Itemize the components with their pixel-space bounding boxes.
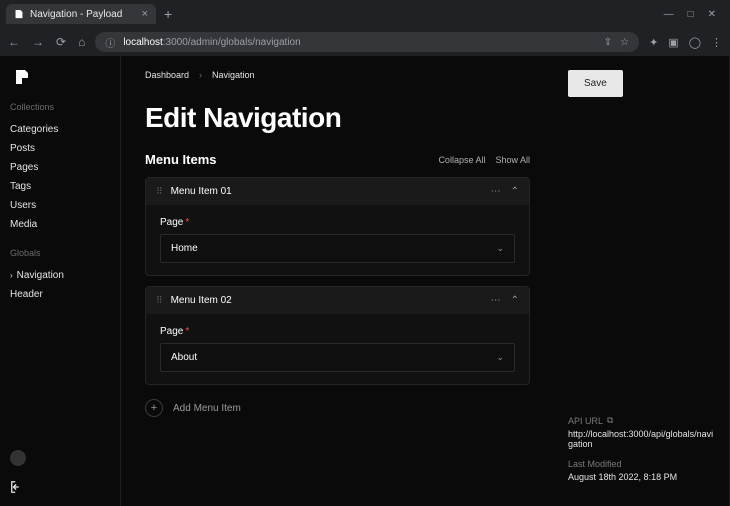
sidebar-item-users[interactable]: Users (10, 196, 110, 215)
field-label: Page* (160, 326, 515, 337)
sidebar-item-navigation[interactable]: › Navigation (10, 266, 110, 285)
reload-icon[interactable]: ⟳ (56, 35, 66, 49)
sidebar-item-pages[interactable]: Pages (10, 158, 110, 177)
page-select[interactable]: Home ⌄ (160, 234, 515, 263)
back-icon[interactable]: ← (8, 35, 20, 49)
close-tab-icon[interactable]: × (142, 8, 148, 20)
select-value: About (171, 352, 197, 363)
api-url-label: API URL (568, 416, 603, 426)
sidebar-item-categories[interactable]: Categories (10, 120, 110, 139)
minimize-icon[interactable]: — (664, 9, 674, 20)
more-icon[interactable]: ⋯ (491, 186, 501, 197)
nav-group-collections: Collections (10, 102, 110, 112)
section-title: Menu Items (145, 152, 217, 167)
show-all-button[interactable]: Show All (495, 155, 530, 165)
menu-item-row: ⠿ Menu Item 01 ⋯ ⌃ Page* Home ⌄ (145, 177, 530, 276)
save-button[interactable]: Save (568, 70, 623, 97)
api-url-value: http://localhost:3000/api/globals/naviga… (568, 429, 715, 449)
copy-icon[interactable]: ⧉ (607, 415, 613, 426)
breadcrumb: Dashboard › Navigation (145, 70, 530, 80)
right-sidebar: Save API URL ⧉ http://localhost:3000/api… (554, 56, 729, 506)
page-select[interactable]: About ⌄ (160, 343, 515, 372)
chevron-right-icon: › (10, 271, 13, 280)
addr-path: :3000/admin/globals/navigation (163, 37, 301, 48)
new-tab-button[interactable]: + (156, 6, 180, 22)
forward-icon[interactable]: → (32, 35, 44, 49)
field-label: Page* (160, 217, 515, 228)
star-icon[interactable]: ☆ (620, 37, 629, 48)
logo-icon (14, 68, 30, 84)
drag-handle-icon[interactable]: ⠿ (156, 186, 163, 197)
chevron-down-icon: ⌄ (496, 243, 504, 254)
logout-icon[interactable] (10, 480, 24, 494)
page-title: Edit Navigation (145, 102, 530, 134)
extensions-icon[interactable]: ✦ (649, 36, 658, 49)
site-info-icon[interactable]: ⓘ (105, 35, 115, 50)
sidebar: Collections Categories Posts Pages Tags … (0, 56, 120, 506)
breadcrumb-dashboard[interactable]: Dashboard (145, 70, 189, 80)
browser-tab[interactable]: Navigation - Payload × (6, 4, 156, 24)
more-icon[interactable]: ⋯ (491, 295, 501, 306)
collapse-icon[interactable]: ⌃ (511, 295, 519, 306)
maximize-icon[interactable]: □ (688, 9, 694, 20)
profile-icon[interactable]: ◯ (689, 36, 701, 49)
plus-icon: + (145, 399, 163, 417)
chevron-right-icon: › (199, 70, 202, 80)
share-icon[interactable]: ⇪ (604, 37, 612, 48)
collapse-icon[interactable]: ⌃ (511, 186, 519, 197)
main-content: Dashboard › Navigation Edit Navigation M… (121, 56, 554, 506)
menu-item-title: Menu Item 02 (171, 295, 232, 306)
tab-title: Navigation - Payload (30, 9, 122, 20)
sidebar-item-posts[interactable]: Posts (10, 139, 110, 158)
menu-item-title: Menu Item 01 (171, 186, 232, 197)
last-modified-label: Last Modified (568, 459, 715, 469)
addr-host: localhost (123, 37, 162, 48)
select-value: Home (171, 243, 198, 254)
last-modified-value: August 18th 2022, 8:18 PM (568, 472, 715, 482)
chevron-down-icon: ⌄ (496, 352, 504, 363)
address-bar[interactable]: ⓘ localhost:3000/admin/globals/navigatio… (95, 32, 639, 52)
menu-item-row: ⠿ Menu Item 02 ⋯ ⌃ Page* About ⌄ (145, 286, 530, 385)
drag-handle-icon[interactable]: ⠿ (156, 295, 163, 306)
sidebar-item-header[interactable]: Header (10, 285, 110, 304)
close-window-icon[interactable]: ✕ (708, 9, 716, 20)
sidebar-item-tags[interactable]: Tags (10, 177, 110, 196)
add-label: Add Menu Item (173, 403, 241, 414)
tab-favicon-icon (14, 9, 24, 19)
menu-icon[interactable]: ⋮ (711, 36, 722, 49)
nav-group-globals: Globals (10, 248, 110, 258)
collapse-all-button[interactable]: Collapse All (438, 155, 485, 165)
home-icon[interactable]: ⌂ (78, 35, 85, 49)
avatar[interactable] (10, 450, 26, 466)
breadcrumb-navigation[interactable]: Navigation (212, 70, 255, 80)
add-menu-item-button[interactable]: + Add Menu Item (145, 395, 530, 421)
bookmark-icon[interactable]: ▣ (668, 36, 678, 49)
sidebar-item-media[interactable]: Media (10, 215, 110, 234)
